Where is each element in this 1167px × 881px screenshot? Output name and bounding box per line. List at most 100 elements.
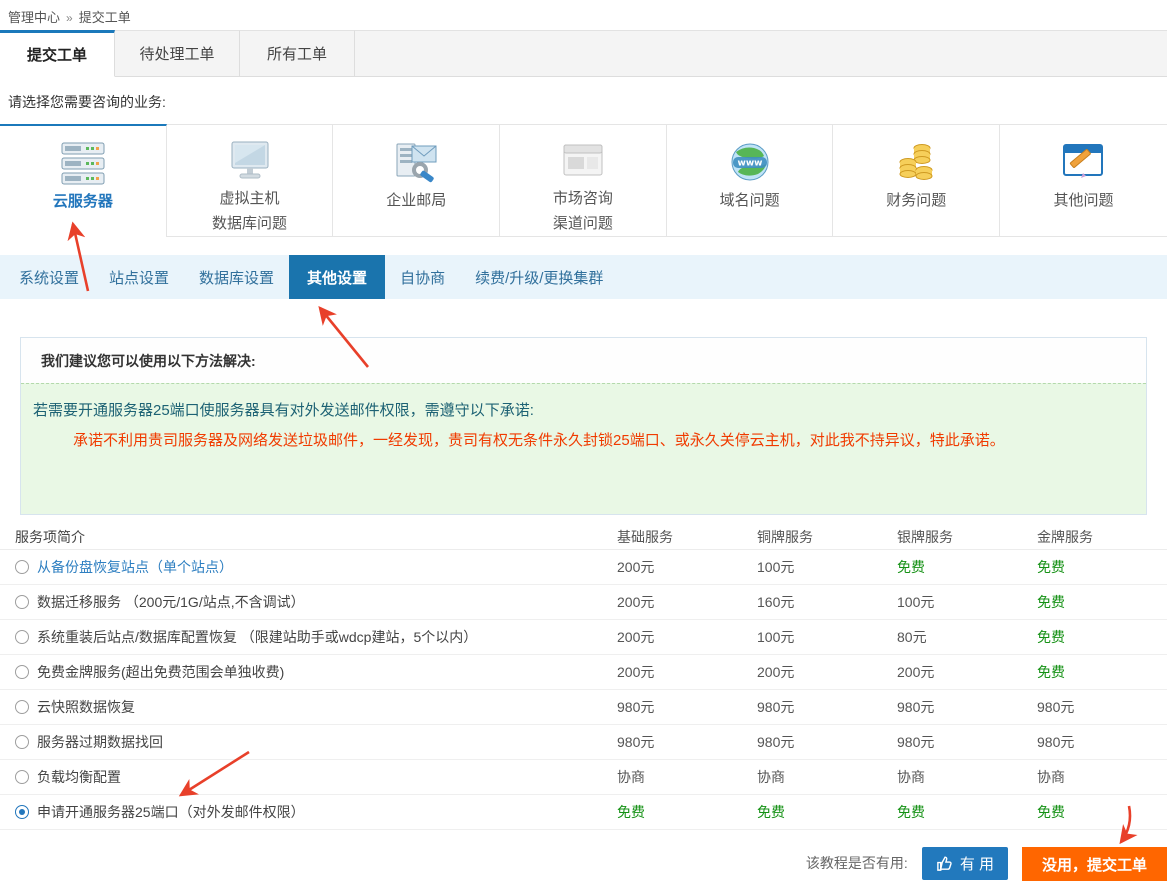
price-gold: 980元	[1037, 732, 1167, 752]
price-gold: 980元	[1037, 697, 1167, 717]
price-bronze: 100元	[757, 627, 897, 647]
service-option-snapshot-restore[interactable]: 云快照数据恢复	[0, 697, 617, 717]
radio-button[interactable]	[15, 805, 29, 819]
helpful-question: 该教程是否有用:	[806, 853, 908, 873]
service-label[interactable]: 从备份盘恢复站点（单个站点）	[37, 557, 233, 577]
price-basic: 200元	[617, 592, 757, 612]
category-label: 虚拟主机	[220, 186, 280, 211]
server-stack-icon	[57, 139, 109, 189]
radio-button[interactable]	[15, 630, 29, 644]
price-gold: 免费	[1037, 627, 1167, 647]
service-label[interactable]: 数据迁移服务 （200元/1G/站点,不含调试）	[37, 592, 305, 612]
useful-button[interactable]: 有 用	[922, 847, 1008, 880]
radio-button[interactable]	[15, 595, 29, 609]
subtab-site-settings[interactable]: 站点设置	[94, 255, 184, 299]
service-option-restore-from-backup[interactable]: 从备份盘恢复站点（单个站点）	[0, 557, 617, 577]
breadcrumb-separator: »	[66, 11, 73, 25]
monitor-icon	[224, 138, 276, 186]
category-enterprise-mail[interactable]: 企业邮局	[333, 124, 500, 237]
service-option-data-migration[interactable]: 数据迁移服务 （200元/1G/站点,不含调试）	[0, 592, 617, 612]
category-label: 其他问题	[1053, 188, 1113, 213]
service-option-open-port-25[interactable]: 申请开通服务器25端口（对外发邮件权限）	[0, 802, 617, 822]
category-label: 财务问题	[886, 188, 946, 213]
price-silver: 免费	[897, 557, 1037, 577]
category-domain[interactable]: www 域名问题	[667, 124, 834, 237]
breadcrumb-current: 提交工单	[79, 10, 131, 25]
notice-line-2: 承诺不利用贵司服务器及网络发送垃圾邮件，一经发现，贵司有权无条件永久封锁25端口…	[73, 430, 1131, 452]
category-label: 数据库问题	[212, 211, 287, 236]
service-label[interactable]: 系统重装后站点/数据库配置恢复 （限建站助手或wdcp建站，5个以内）	[37, 627, 477, 647]
price-bronze: 免费	[757, 802, 897, 822]
tab-all-tickets[interactable]: 所有工单	[240, 30, 355, 76]
col-silver: 银牌服务	[897, 527, 1037, 547]
table-row: 免费金牌服务(超出免费范围会单独收费) 200元 200元 200元 免费	[0, 655, 1167, 690]
price-basic: 200元	[617, 557, 757, 577]
service-option-expired-data-recovery[interactable]: 服务器过期数据找回	[0, 732, 617, 752]
thumbs-up-icon	[936, 855, 953, 872]
service-option-reinstall-config-restore[interactable]: 系统重装后站点/数据库配置恢复 （限建站助手或wdcp建站，5个以内）	[0, 627, 617, 647]
notice-box: 若需要开通服务器25端口使服务器具有对外发送邮件权限，需遵守以下承诺: 承诺不利…	[21, 383, 1146, 514]
service-table: 服务项简介 基础服务 铜牌服务 银牌服务 金牌服务 从备份盘恢复站点（单个站点）…	[0, 525, 1167, 830]
suggestion-header: 我们建议您可以使用以下方法解决:	[21, 338, 1146, 383]
subtab-bar: 系统设置 站点设置 数据库设置 其他设置 自协商 续费/升级/更换集群	[0, 255, 1167, 299]
category-other[interactable]: 其他问题	[1000, 124, 1167, 237]
svg-text:www: www	[737, 159, 762, 169]
subtab-renew-upgrade[interactable]: 续费/升级/更换集群	[460, 255, 618, 299]
tab-pending-tickets[interactable]: 待处理工单	[115, 30, 240, 76]
price-basic: 980元	[617, 732, 757, 752]
subtab-other-settings[interactable]: 其他设置	[289, 255, 385, 299]
radio-button[interactable]	[15, 560, 29, 574]
category-market-consult[interactable]: 市场咨询 渠道问题	[500, 124, 667, 237]
service-label[interactable]: 免费金牌服务(超出免费范围会单独收费)	[37, 662, 284, 682]
table-row: 云快照数据恢复 980元 980元 980元 980元	[0, 690, 1167, 725]
category-label: 域名问题	[720, 188, 780, 213]
top-tab-bar: 提交工单 待处理工单 所有工单	[0, 30, 1167, 77]
tab-submit-ticket[interactable]: 提交工单	[0, 30, 115, 77]
category-virtual-host-db[interactable]: 虚拟主机 数据库问题	[167, 124, 334, 237]
price-bronze: 协商	[757, 767, 897, 787]
subtab-self-negotiate[interactable]: 自协商	[385, 255, 460, 299]
price-gold: 免费	[1037, 592, 1167, 612]
category-cloud-server[interactable]: 云服务器	[0, 124, 167, 237]
useful-button-label: 有 用	[960, 853, 994, 874]
service-label[interactable]: 申请开通服务器25端口（对外发邮件权限）	[37, 802, 305, 822]
service-label[interactable]: 服务器过期数据找回	[37, 732, 163, 752]
price-silver: 免费	[897, 802, 1037, 822]
table-row: 数据迁移服务 （200元/1G/站点,不含调试） 200元 160元 100元 …	[0, 585, 1167, 620]
subtab-database-settings[interactable]: 数据库设置	[184, 255, 289, 299]
price-silver: 980元	[897, 697, 1037, 717]
service-label[interactable]: 负载均衡配置	[37, 767, 121, 787]
notice-line-1: 若需要开通服务器25端口使服务器具有对外发送邮件权限，需遵守以下承诺:	[33, 400, 1131, 422]
category-label: 渠道问题	[553, 211, 613, 236]
category-label: 市场咨询	[553, 186, 613, 211]
category-billing[interactable]: 财务问题	[833, 124, 1000, 237]
table-row: 申请开通服务器25端口（对外发邮件权限） 免费 免费 免费 免费	[0, 795, 1167, 830]
submit-ticket-button[interactable]: 没用，提交工单	[1022, 847, 1167, 881]
window-pencil-icon	[1057, 138, 1109, 188]
suggestion-panel: 我们建议您可以使用以下方法解决: 若需要开通服务器25端口使服务器具有对外发送邮…	[20, 337, 1147, 515]
price-silver: 协商	[897, 767, 1037, 787]
category-label: 云服务器	[53, 189, 113, 214]
price-bronze: 980元	[757, 697, 897, 717]
price-basic: 200元	[617, 627, 757, 647]
price-silver: 100元	[897, 592, 1037, 612]
col-bronze: 铜牌服务	[757, 527, 897, 547]
radio-button[interactable]	[15, 665, 29, 679]
price-bronze: 160元	[757, 592, 897, 612]
radio-button[interactable]	[15, 735, 29, 749]
subtab-system-settings[interactable]: 系统设置	[4, 255, 94, 299]
radio-button[interactable]	[15, 770, 29, 784]
service-label[interactable]: 云快照数据恢复	[37, 697, 135, 717]
breadcrumb-root[interactable]: 管理中心	[8, 10, 60, 25]
tab-bar-filler	[355, 30, 1167, 76]
radio-button[interactable]	[15, 700, 29, 714]
price-basic: 200元	[617, 662, 757, 682]
service-option-load-balancer[interactable]: 负载均衡配置	[0, 767, 617, 787]
service-option-free-gold-service[interactable]: 免费金牌服务(超出免费范围会单独收费)	[0, 662, 617, 682]
price-gold: 免费	[1037, 802, 1167, 822]
price-silver: 200元	[897, 662, 1037, 682]
category-tiles: 云服务器 虚拟主机 数据库问题	[0, 124, 1167, 237]
price-gold: 免费	[1037, 557, 1167, 577]
table-row: 服务器过期数据找回 980元 980元 980元 980元	[0, 725, 1167, 760]
price-silver: 980元	[897, 732, 1037, 752]
